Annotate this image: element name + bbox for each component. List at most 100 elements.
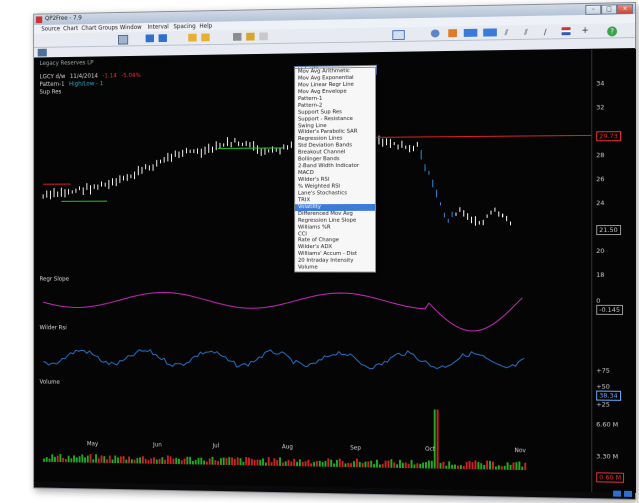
indicator-menu-item[interactable]: Volume (295, 265, 375, 272)
volume-bar (139, 457, 142, 464)
volume-bar (279, 457, 281, 466)
volume-bar (147, 460, 150, 464)
volume-bar (75, 457, 78, 463)
back-nav-icon[interactable] (37, 48, 47, 57)
menu-chart-groups[interactable]: Chart Groups (81, 25, 117, 32)
volume-bar (239, 458, 242, 466)
scroll-right-icon[interactable] (624, 490, 633, 497)
support-line (218, 148, 284, 149)
volume-bar (454, 464, 456, 469)
volume-bar (471, 462, 474, 470)
volume-bar (97, 458, 100, 463)
volume-tick: 3.30 M (596, 452, 619, 461)
maximize-button[interactable]: □ (601, 4, 618, 15)
indicator-menu-item[interactable]: Wilder's ADX (295, 245, 375, 252)
volume-bar (518, 461, 521, 471)
help-icon[interactable]: ? (607, 26, 618, 37)
menu-spacing[interactable]: Spacing (173, 23, 195, 30)
volume-bar (390, 459, 393, 468)
menu-help[interactable]: Help (199, 23, 212, 30)
double-line-icon[interactable]: ⫽ (524, 28, 533, 37)
volume-bar (361, 462, 364, 468)
minimize-button[interactable]: – (585, 4, 602, 15)
volume-bar (64, 458, 67, 463)
parallel-lines-icon[interactable]: ⫽ (505, 28, 514, 37)
volume-bar (364, 461, 367, 468)
volume-bar (231, 457, 234, 466)
volume-bar (70, 458, 73, 463)
trend-line-icon[interactable]: ∕ (544, 27, 553, 37)
volume-bar (144, 458, 147, 464)
forward-arrow-icon[interactable] (158, 34, 167, 43)
volume-bar (117, 457, 119, 464)
volume-bar (106, 459, 108, 463)
menu-window[interactable]: Window (120, 24, 142, 31)
volume-bar (310, 463, 313, 467)
menu-chart[interactable]: Chart (63, 25, 78, 32)
save-icon[interactable] (246, 32, 255, 41)
zoom-in-icon[interactable] (463, 28, 478, 37)
folder-icon[interactable] (201, 33, 210, 42)
price-tick: 26 (596, 175, 605, 184)
chart-window-icon[interactable] (392, 30, 405, 41)
volume-bar (203, 460, 206, 465)
month-label: Aug (281, 443, 293, 451)
volume-bar (416, 463, 419, 469)
close-button[interactable]: × (617, 4, 634, 15)
print-icon[interactable] (233, 32, 242, 41)
volume-bar (491, 461, 494, 470)
page-icon[interactable] (118, 34, 129, 45)
volume-bar (480, 463, 483, 470)
volume-bar (253, 459, 256, 466)
menu-interval[interactable]: Interval (148, 24, 169, 31)
scroll-left-icon[interactable] (613, 490, 622, 497)
rsi-chart[interactable] (34, 330, 591, 393)
volume-bar (401, 462, 404, 469)
zoom-out-icon[interactable] (483, 28, 497, 37)
volume-bar (191, 460, 194, 465)
volume-bar (217, 461, 220, 465)
volume-bar (358, 461, 361, 468)
volume-bar (474, 460, 477, 470)
volume-bar (236, 457, 239, 466)
crosshair-icon[interactable]: + (581, 26, 590, 36)
menu-source[interactable]: Source (41, 26, 60, 33)
volume-bar (128, 456, 130, 464)
copy-icon[interactable] (259, 32, 268, 41)
volume-bar (48, 458, 51, 462)
volume-bar (489, 460, 492, 470)
month-label: Jul (212, 442, 220, 450)
volume-chart[interactable] (34, 390, 591, 476)
back-arrow-icon[interactable] (145, 34, 154, 43)
volume-bar (245, 457, 248, 466)
indicator-dropdown[interactable]: Mov Avg Arithmetic Mov Avg Exponential Mov… (294, 66, 377, 273)
magnifier-icon[interactable] (430, 29, 440, 38)
volume-bar (62, 457, 65, 463)
volume-bar (166, 455, 169, 464)
volume-bar (256, 459, 259, 466)
volume-bar (284, 461, 287, 467)
volume-bar (419, 463, 422, 469)
volume-bar (353, 461, 355, 468)
month-label: Nov (514, 447, 526, 455)
app-icon (35, 16, 43, 24)
volume-bar (327, 458, 330, 467)
volume-bar (387, 460, 390, 468)
volume-bar (500, 466, 503, 470)
pencil-icon[interactable] (448, 29, 457, 38)
volume-bar (355, 458, 358, 468)
volume-bar (521, 466, 524, 471)
volume-bar (59, 454, 62, 463)
volume-tag: 0.60 M (596, 472, 625, 483)
volume-bar (100, 455, 103, 463)
volume-bar (208, 458, 211, 465)
volume-bar (524, 462, 527, 471)
fib-lines-icon[interactable] (561, 27, 571, 36)
volume-bar (477, 462, 480, 470)
folder-up-icon[interactable] (188, 33, 197, 42)
volume-bar (276, 460, 279, 466)
volume-bar (430, 460, 433, 469)
price-tick: 18 (596, 270, 605, 279)
volume-bar (125, 459, 128, 464)
volume-bar (81, 454, 84, 463)
